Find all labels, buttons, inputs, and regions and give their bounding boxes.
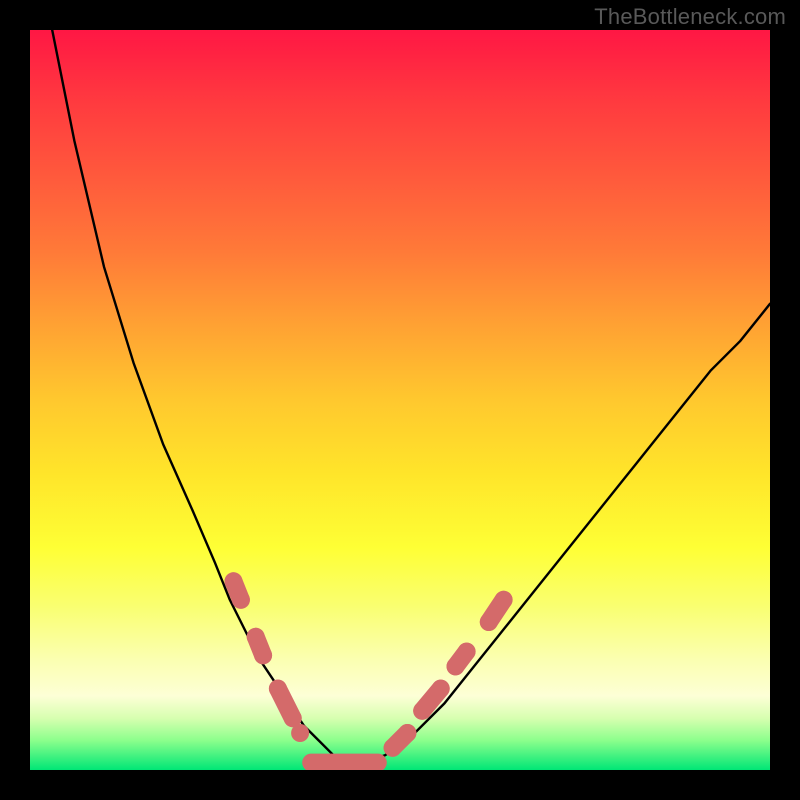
- curve-markers: [225, 572, 513, 762]
- marker-dot: [495, 591, 513, 609]
- marker-dot: [480, 613, 498, 631]
- chart-svg: [30, 30, 770, 770]
- marker-dot: [447, 657, 465, 675]
- marker-dot: [232, 591, 250, 609]
- chart-frame: TheBottleneck.com: [0, 0, 800, 800]
- curve-path: [52, 30, 770, 763]
- marker-dot: [398, 724, 416, 742]
- marker-dot: [413, 702, 431, 720]
- marker-dot: [254, 646, 272, 664]
- marker-dot: [225, 572, 243, 590]
- marker-dot: [384, 739, 402, 757]
- marker-dot: [291, 724, 309, 742]
- marker-dot: [247, 628, 265, 646]
- bottleneck-curve: [52, 30, 770, 763]
- watermark-text: TheBottleneck.com: [594, 4, 786, 30]
- marker-dot: [269, 680, 287, 698]
- marker-dot: [432, 680, 450, 698]
- marker-dot: [458, 643, 476, 661]
